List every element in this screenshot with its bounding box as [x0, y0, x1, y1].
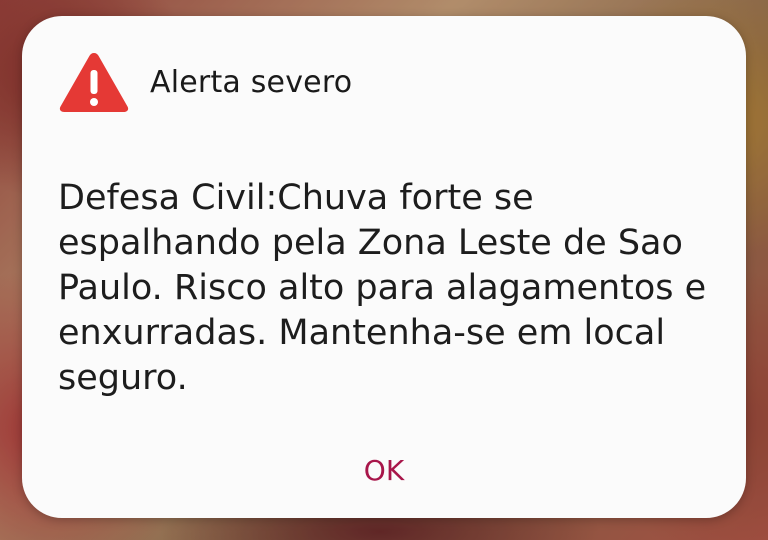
- alert-title: Alerta severo: [150, 64, 353, 100]
- alert-dialog: Alerta severo Defesa Civil:Chuva forte s…: [22, 16, 746, 518]
- alert-message: Defesa Civil:Chuva forte se espalhando p…: [58, 178, 707, 398]
- ok-button[interactable]: OK: [350, 448, 418, 493]
- warning-triangle-icon: [59, 53, 129, 112]
- alert-header: Alerta severo: [58, 50, 352, 114]
